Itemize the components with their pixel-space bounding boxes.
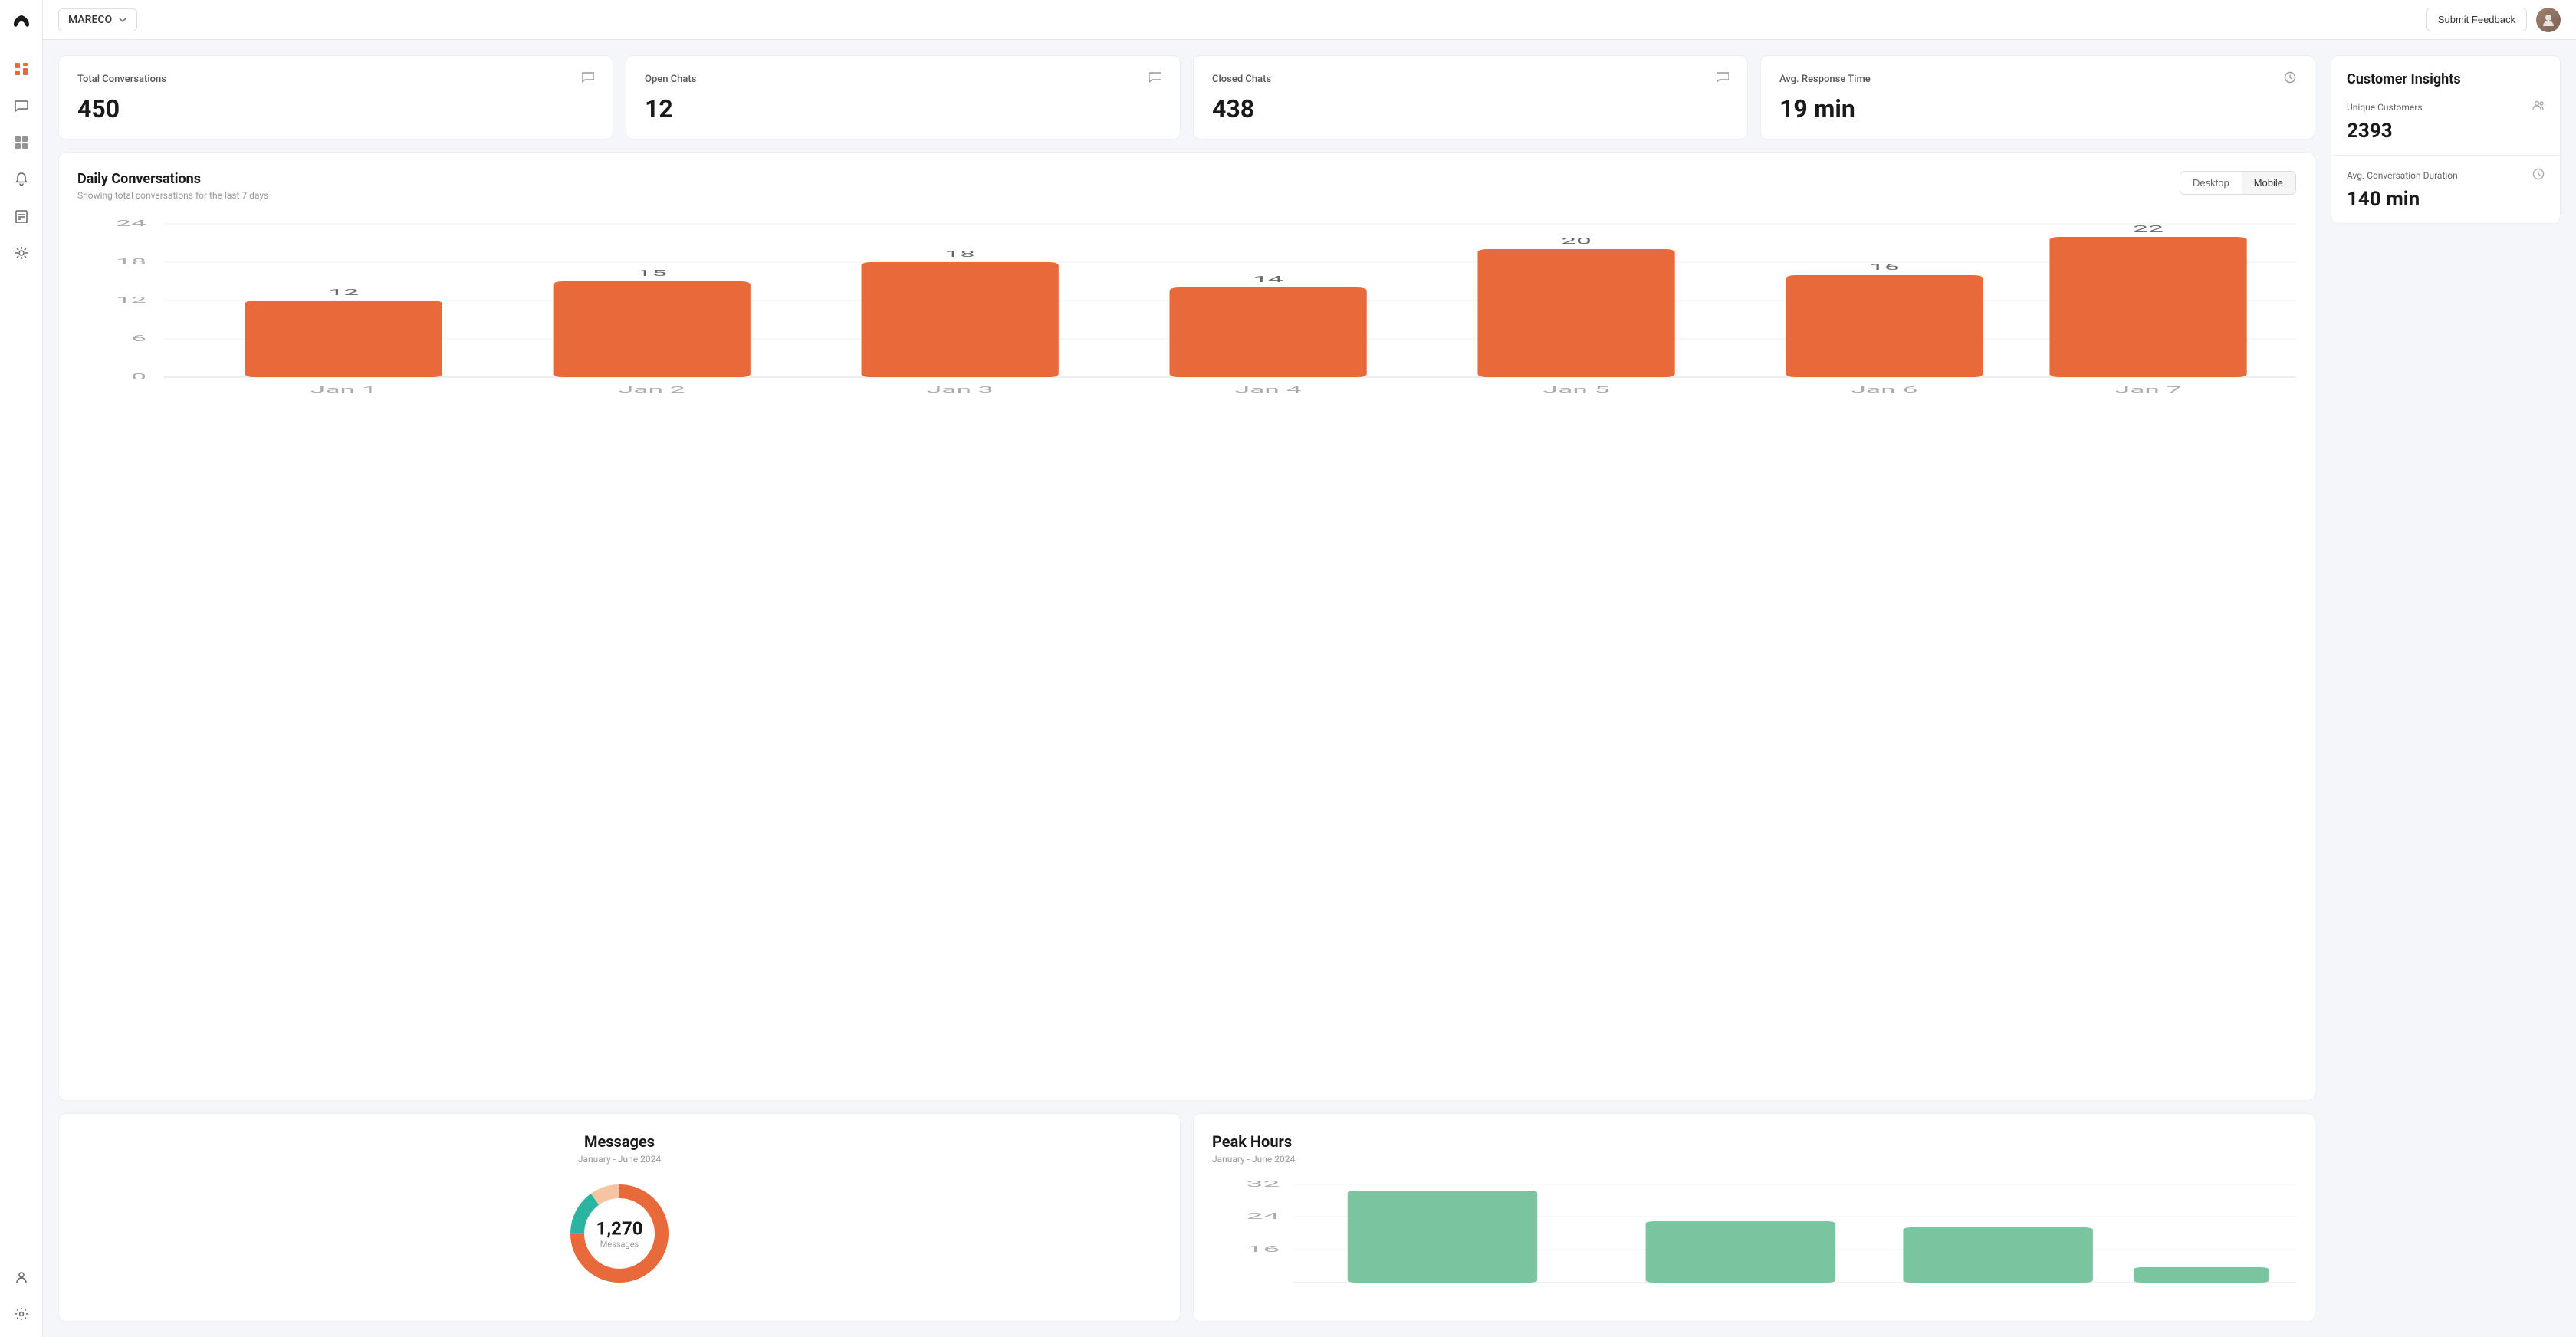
sidebar-item-notifications[interactable] — [11, 169, 32, 190]
stat-card-open-chats: Open Chats 12 — [626, 55, 1181, 140]
chevron-down-icon — [118, 15, 127, 25]
customer-insights-card: Customer Insights Unique Customers — [2331, 55, 2561, 224]
svg-text:Jan 2: Jan 2 — [619, 385, 685, 395]
messages-subtitle: January - June 2024 — [578, 1154, 661, 1165]
svg-text:22: 22 — [2133, 224, 2164, 234]
avg-duration-value: 140 min — [2347, 188, 2545, 211]
svg-text:14: 14 — [1253, 274, 1283, 284]
sidebar-item-dashboard[interactable] — [11, 58, 32, 80]
stat-card-header: Closed Chats — [1212, 71, 1729, 87]
svg-text:12: 12 — [328, 287, 359, 297]
stat-closed-value: 438 — [1212, 94, 1729, 123]
tab-desktop[interactable]: Desktop — [2180, 172, 2242, 194]
submit-feedback-button[interactable]: Submit Feedback — [2426, 8, 2527, 31]
stat-avg-value: 19 min — [1779, 94, 2296, 123]
svg-text:20: 20 — [1561, 236, 1592, 246]
topbar: MARECO Submit Feedback — [43, 0, 2576, 40]
messages-donut: 1,270 Messages — [566, 1180, 673, 1287]
topbar-right: Submit Feedback — [2426, 8, 2561, 32]
sidebar-item-chats[interactable] — [11, 95, 32, 117]
bottom-row: Messages January - June 2024 — [58, 1113, 2315, 1322]
stat-card-avg-response: Avg. Response Time 19 min — [1760, 55, 2315, 140]
svg-text:18: 18 — [116, 257, 146, 267]
sidebar-item-grid[interactable] — [11, 132, 32, 153]
daily-bar-chart: 24 18 12 6 0 12 Jan 1 1 — [77, 216, 2296, 431]
right-column: Customer Insights Unique Customers — [2331, 55, 2561, 1322]
stat-card-header: Open Chats — [645, 71, 1162, 87]
unique-customers-value: 2393 — [2347, 120, 2545, 143]
insight-header-unique: Unique Customers — [2347, 100, 2545, 115]
chat-icon-open — [1149, 71, 1162, 87]
stat-card-header: Total Conversations — [77, 71, 594, 87]
svg-text:12: 12 — [116, 295, 146, 305]
svg-text:Jan 1: Jan 1 — [310, 385, 377, 395]
sidebar-item-settings[interactable] — [11, 1303, 32, 1325]
peak-subtitle: January - June 2024 — [1212, 1154, 2296, 1165]
customer-insights-title: Customer Insights — [2331, 56, 2560, 87]
svg-text:6: 6 — [131, 333, 146, 343]
clock-icon-avg — [2284, 71, 2296, 87]
sidebar-item-integrations[interactable] — [11, 242, 32, 264]
svg-text:24: 24 — [1247, 1211, 1280, 1221]
peak-chart-svg: 32 24 16 — [1212, 1177, 2296, 1299]
daily-chart-svg: 24 18 12 6 0 12 Jan 1 1 — [77, 216, 2296, 431]
peak-hours-card: Peak Hours January - June 2024 32 24 16 — [1193, 1113, 2315, 1322]
workspace-name: MARECO — [68, 14, 112, 26]
insight-header-duration: Avg. Conversation Duration — [2347, 168, 2545, 183]
sidebar-item-users[interactable] — [11, 1266, 32, 1288]
insight-avg-duration: Avg. Conversation Duration 140 min — [2331, 155, 2560, 223]
svg-text:Jan 6: Jan 6 — [1852, 385, 1918, 395]
chat-icon-total — [582, 71, 594, 87]
app-logo[interactable] — [9, 12, 34, 37]
left-column: Total Conversations 450 Open Chats — [58, 55, 2315, 1322]
stat-card-header: Avg. Response Time — [1779, 71, 2296, 87]
daily-header: Daily Conversations Showing total conver… — [77, 171, 2296, 201]
svg-text:15: 15 — [636, 268, 667, 278]
unique-customers-label: Unique Customers — [2347, 102, 2423, 113]
stat-card-closed-chats: Closed Chats 438 — [1193, 55, 1748, 140]
users-icon-insight — [2532, 100, 2545, 115]
donut-label: Messages — [596, 1240, 643, 1250]
stat-closed-label: Closed Chats — [1212, 74, 1271, 85]
stat-open-value: 12 — [645, 94, 1162, 123]
messages-card: Messages January - June 2024 — [58, 1113, 1181, 1322]
svg-text:18: 18 — [945, 249, 975, 259]
user-avatar[interactable] — [2536, 8, 2561, 32]
stat-open-label: Open Chats — [645, 74, 696, 85]
stat-total-label: Total Conversations — [77, 74, 166, 85]
svg-text:32: 32 — [1247, 1179, 1280, 1189]
svg-text:Jan 4: Jan 4 — [1235, 385, 1302, 395]
tab-mobile[interactable]: Mobile — [2242, 172, 2295, 194]
daily-title: Daily Conversations — [77, 171, 268, 187]
stat-avg-label: Avg. Response Time — [1779, 74, 1871, 85]
svg-text:Jan 5: Jan 5 — [1543, 385, 1610, 395]
main-area: MARECO Submit Feedback Total Conv — [43, 0, 2576, 1337]
svg-text:16: 16 — [1247, 1244, 1280, 1254]
svg-text:Jan 3: Jan 3 — [927, 385, 994, 395]
insight-unique-customers: Unique Customers 2393 — [2331, 87, 2560, 155]
avg-duration-label: Avg. Conversation Duration — [2347, 170, 2458, 181]
svg-text:16: 16 — [1869, 262, 1900, 272]
workspace-selector[interactable]: MARECO — [58, 8, 137, 31]
messages-title: Messages — [584, 1132, 655, 1151]
donut-center: 1,270 Messages — [596, 1218, 643, 1250]
clock-icon-duration — [2532, 168, 2545, 183]
peak-title: Peak Hours — [1212, 1132, 2296, 1151]
sidebar — [0, 0, 43, 1337]
stat-card-total-conversations: Total Conversations 450 — [58, 55, 613, 140]
sidebar-item-reports[interactable] — [11, 205, 32, 227]
tab-group-device: Desktop Mobile — [2180, 171, 2296, 195]
content-area: Total Conversations 450 Open Chats — [43, 40, 2576, 1337]
svg-text:Jan 7: Jan 7 — [2115, 385, 2182, 395]
daily-subtitle: Showing total conversations for the last… — [77, 190, 268, 201]
svg-text:0: 0 — [131, 372, 146, 382]
daily-conversations-card: Daily Conversations Showing total conver… — [58, 152, 2315, 1101]
stat-total-value: 450 — [77, 94, 594, 123]
daily-title-group: Daily Conversations Showing total conver… — [77, 171, 268, 201]
donut-value: 1,270 — [596, 1218, 643, 1240]
svg-text:24: 24 — [116, 218, 146, 228]
stats-row: Total Conversations 450 Open Chats — [58, 55, 2315, 140]
chat-icon-closed — [1717, 71, 1729, 87]
